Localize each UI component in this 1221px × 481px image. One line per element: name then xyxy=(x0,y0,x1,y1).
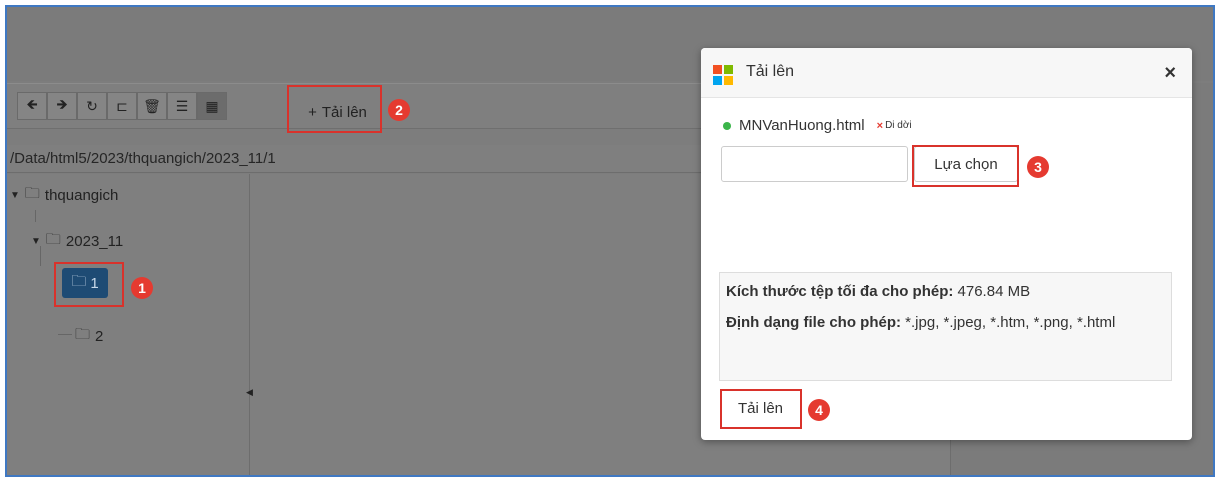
history-button-group: 🡸 🡺 ↻ ⊏ 🗑 ☰ ▦ xyxy=(17,92,227,120)
remove-icon: × xyxy=(876,119,884,132)
callout-highlight-2 xyxy=(287,85,382,133)
tree-node-thquangich[interactable]: ▼ 🗀 thquangich xyxy=(10,183,118,208)
refresh-icon[interactable]: ↻ xyxy=(77,92,107,120)
callout-badge-1: 1 xyxy=(131,277,153,299)
status-dot-icon xyxy=(723,121,731,130)
close-icon[interactable]: × xyxy=(1164,62,1176,85)
formats-row: Định dạng file cho phép: *.jpg, *.jpeg, … xyxy=(726,312,1165,333)
max-size-value: 476.84 MB xyxy=(957,283,1031,300)
callout-badge-2: 2 xyxy=(388,99,410,121)
max-size-label: Kích thước tệp tối đa cho phép: xyxy=(726,283,954,300)
remove-label: Di dời xyxy=(885,120,912,131)
callout-badge-3: 3 xyxy=(1027,156,1049,178)
file-path-input[interactable] xyxy=(721,146,908,182)
dialog-header: Tải lên × xyxy=(701,48,1192,98)
undo-icon[interactable]: 🡸 xyxy=(17,92,47,120)
dialog-title: Tải lên xyxy=(746,63,795,80)
new-folder-icon[interactable]: ⊏ xyxy=(107,92,137,120)
tree-node-label: thquangich xyxy=(44,187,119,204)
callout-highlight-3 xyxy=(912,145,1019,187)
folder-icon: 🗀 xyxy=(24,185,40,202)
folder-icon: 🗀 xyxy=(45,231,61,248)
upload-dialog: Tải lên × MNVanHuong.html × Di dời Lựa c… xyxy=(701,48,1192,440)
callout-highlight-1 xyxy=(54,262,124,307)
formats-value: *.jpg, *.jpeg, *.htm, *.png, *.html xyxy=(905,314,1116,331)
max-size-row: Kích thước tệp tối đa cho phép: 476.84 M… xyxy=(726,281,1165,302)
tree-node-label: 2 xyxy=(95,328,104,345)
list-view-icon[interactable]: ☰ xyxy=(167,92,197,120)
formats-label: Định dạng file cho phép: xyxy=(726,314,901,331)
file-name: MNVanHuong.html xyxy=(739,117,865,134)
upload-limits-info: Kích thước tệp tối đa cho phép: 476.84 M… xyxy=(719,272,1172,381)
selected-file-row: MNVanHuong.html × Di dời xyxy=(723,117,912,134)
tree-node-label: 2023_11 xyxy=(65,233,124,250)
redo-icon[interactable]: 🡺 xyxy=(47,92,77,120)
tree-node-2023-11[interactable]: ▼ 🗀 2023_11 xyxy=(31,229,123,254)
tree-node-2[interactable]: 🗀 2 xyxy=(75,324,103,349)
callout-highlight-4 xyxy=(720,389,802,429)
folder-icon: 🗀 xyxy=(75,326,91,343)
trash-icon[interactable]: 🗑 xyxy=(137,92,167,120)
caret-down-icon[interactable]: ▼ xyxy=(10,190,20,201)
caret-down-icon[interactable]: ▼ xyxy=(31,236,41,247)
tree-connector xyxy=(35,210,36,222)
folder-tree-panel xyxy=(7,174,250,475)
windows-logo-icon xyxy=(713,65,733,85)
tree-connector xyxy=(58,334,72,335)
grid-view-icon[interactable]: ▦ xyxy=(197,92,227,120)
collapse-handle-icon[interactable]: ◀ xyxy=(246,387,253,401)
callout-badge-4: 4 xyxy=(808,399,830,421)
remove-file-link[interactable]: × Di dời xyxy=(877,120,912,132)
